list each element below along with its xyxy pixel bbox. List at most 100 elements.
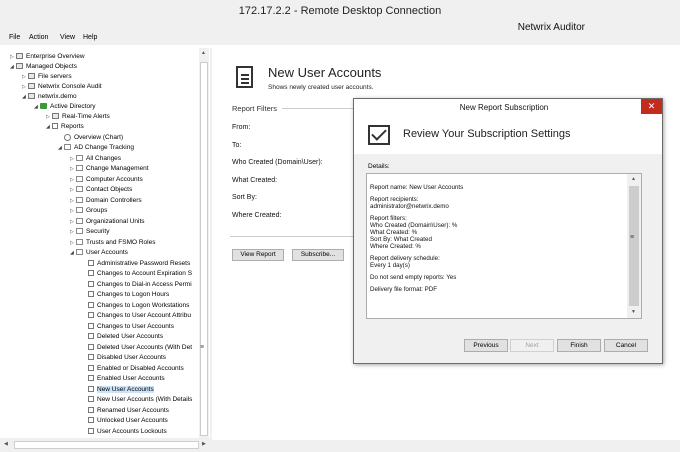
file-servers-icon bbox=[28, 73, 35, 80]
menu-action[interactable]: Action bbox=[29, 34, 48, 41]
alerts-icon bbox=[52, 113, 59, 120]
dialog-title: New Report Subscription bbox=[459, 103, 549, 112]
tree-item-ad-change-tracking[interactable]: ◢ AD Change Tracking bbox=[58, 143, 134, 153]
tree-item-console-audit[interactable]: ▷ Netwrix Console Audit bbox=[22, 82, 102, 92]
detail-recipients-value: administrator@netwrix.demo bbox=[370, 203, 449, 210]
folder-icon bbox=[76, 197, 83, 204]
scroll-up-icon[interactable]: ▲ bbox=[201, 50, 206, 56]
tree-folder[interactable]: ▷ Contact Objects bbox=[70, 185, 132, 195]
tree-folder[interactable]: ▷ Change Management bbox=[70, 164, 149, 174]
detail-filter-who: Who Created (Domain\User): % bbox=[370, 222, 458, 229]
cancel-button[interactable]: Cancel bbox=[604, 339, 648, 352]
detail-filter-where: Where Created: % bbox=[370, 243, 421, 250]
tree-folder[interactable]: ▷ Organizational Units bbox=[70, 217, 145, 227]
tree-report-item[interactable]: Changes to Account Expiration S bbox=[88, 269, 192, 279]
tree-item-active-directory[interactable]: ◢ Active Directory bbox=[34, 102, 96, 112]
menu-help[interactable]: Help bbox=[83, 34, 97, 41]
previous-button[interactable]: Previous bbox=[464, 339, 508, 352]
tree-report-item[interactable]: User Accounts Lockouts bbox=[88, 427, 167, 437]
report-icon bbox=[88, 375, 94, 382]
tree-report-item[interactable]: Deleted User Accounts bbox=[88, 332, 163, 342]
new-report-subscription-dialog: New Report Subscription ✕ Review Your Su… bbox=[353, 98, 663, 364]
scroll-down-icon[interactable]: ▼ bbox=[631, 309, 636, 315]
active-directory-icon bbox=[40, 103, 47, 110]
tree-item-reports[interactable]: ◢ Reports bbox=[46, 122, 84, 132]
scroll-left-icon[interactable]: ◀ bbox=[4, 441, 8, 447]
details-textbox[interactable]: Report name: New User Accounts Report re… bbox=[366, 173, 642, 319]
report-icon bbox=[88, 417, 94, 424]
subscribe-button[interactable]: Subscribe... bbox=[292, 249, 344, 261]
scrollbar-thumb[interactable] bbox=[200, 62, 208, 436]
scrollbar-thumb[interactable] bbox=[14, 441, 199, 449]
tree-report-item[interactable]: New User Accounts (With Details bbox=[88, 395, 192, 405]
app-title: Netwrix Auditor bbox=[517, 22, 585, 33]
tree-report-item[interactable]: Enabled or Disabled Accounts bbox=[88, 364, 184, 374]
tree-report-item[interactable]: Renamed User Accounts bbox=[88, 406, 169, 416]
tree-folder[interactable]: ▷ All Changes bbox=[70, 154, 121, 164]
report-document-icon bbox=[236, 66, 253, 88]
menu-view[interactable]: View bbox=[60, 34, 75, 41]
detail-empty-reports: Do not send empty reports: Yes bbox=[370, 274, 457, 281]
tree-report-item[interactable]: Changes to User Account Attribu bbox=[88, 311, 191, 321]
tree-item-enterprise-overview[interactable]: ▷ Enterprise Overview bbox=[10, 52, 85, 62]
next-button[interactable]: Next bbox=[510, 339, 554, 352]
detail-filters-label: Report filters: bbox=[370, 215, 407, 222]
scroll-up-icon[interactable]: ▲ bbox=[631, 176, 636, 182]
tree-report-item[interactable]: Unlocked User Accounts bbox=[88, 416, 168, 426]
tree-report-item[interactable]: Disabled User Accounts bbox=[88, 353, 166, 363]
tree-item-netwrix-demo[interactable]: ◢ netwrix.demo bbox=[22, 92, 77, 102]
close-icon[interactable]: ✕ bbox=[641, 99, 662, 114]
report-icon bbox=[88, 281, 94, 288]
tree-report-item[interactable]: Changes to User Accounts bbox=[88, 322, 174, 332]
tree-folder[interactable]: ▷ Trusts and FSMO Roles bbox=[70, 238, 155, 248]
tree-item-realtime-alerts[interactable]: ▷ Real-Time Alerts bbox=[46, 112, 110, 122]
tree-folder[interactable]: ▷ Security bbox=[70, 227, 109, 237]
report-icon bbox=[88, 333, 94, 340]
tree-folder[interactable]: ▷ Computer Accounts bbox=[70, 175, 143, 185]
report-title: New User Accounts bbox=[268, 65, 382, 80]
filter-what-created-label: What Created: bbox=[232, 177, 278, 184]
tree-folder[interactable]: ▷ Domain Controllers bbox=[70, 196, 142, 206]
rdp-window-title: 172.17.2.2 - Remote Desktop Connection bbox=[238, 5, 442, 17]
finish-button[interactable]: Finish bbox=[557, 339, 601, 352]
chart-icon bbox=[64, 133, 71, 141]
report-icon bbox=[88, 407, 94, 414]
report-icon bbox=[88, 386, 94, 393]
details-label: Details: bbox=[368, 163, 390, 170]
tree-item-file-servers[interactable]: ▷ File servers bbox=[22, 72, 72, 82]
tree-vertical-scrollbar[interactable]: ▲ ≡ bbox=[199, 48, 209, 438]
tree-report-item[interactable]: Administrative Password Resets bbox=[88, 259, 190, 269]
details-scrollbar[interactable]: ▲ ≡ ▼ bbox=[627, 174, 641, 318]
tree-report-item-selected[interactable]: New User Accounts bbox=[88, 385, 154, 395]
dialog-header: Review Your Subscription Settings bbox=[354, 116, 662, 154]
menu-file[interactable]: File bbox=[9, 34, 20, 41]
report-icon bbox=[88, 302, 94, 309]
tree-report-item[interactable]: Deleted User Accounts (With Det bbox=[88, 343, 192, 353]
tree-report-item[interactable]: Enabled User Accounts bbox=[88, 374, 165, 384]
folder-icon bbox=[76, 218, 83, 225]
tree-folder[interactable]: ▷ Groups bbox=[70, 206, 107, 216]
detail-schedule-label: Report delivery schedule: bbox=[370, 255, 440, 262]
menu-bar: File Action View Help bbox=[0, 33, 680, 45]
view-report-button[interactable]: View Report bbox=[232, 249, 284, 261]
details-text: Report name: New User Accounts Report re… bbox=[370, 184, 625, 298]
detail-filter-sort: Sort By: What Created bbox=[370, 236, 432, 243]
scrollbar-thumb[interactable] bbox=[629, 186, 639, 306]
scroll-right-icon[interactable]: ▶ bbox=[202, 441, 206, 447]
report-icon bbox=[88, 323, 94, 330]
filter-where-created-label: Where Created: bbox=[232, 212, 282, 219]
horizontal-scrollbar[interactable]: ◀ ▶ bbox=[0, 438, 680, 452]
tree-report-item[interactable]: Changes to Dial-in Access Permi bbox=[88, 280, 192, 290]
folder-icon bbox=[76, 228, 83, 235]
envelope-icon bbox=[368, 125, 390, 145]
tree-report-item[interactable]: Changes to Logon Workstations bbox=[88, 301, 189, 311]
report-icon bbox=[88, 270, 94, 277]
tree-report-item[interactable]: Changes to Logon Hours bbox=[88, 290, 169, 300]
tree-item-overview-chart[interactable]: Overview (Chart) bbox=[58, 133, 123, 143]
folder-icon bbox=[76, 155, 83, 162]
tree-item-managed-objects[interactable]: ◢ Managed Objects bbox=[10, 62, 77, 72]
tree-folder[interactable]: ◢ User Accounts bbox=[70, 248, 128, 258]
folder-icon bbox=[76, 165, 83, 172]
rdp-title-bar: 172.17.2.2 - Remote Desktop Connection bbox=[0, 0, 680, 22]
filter-who-created-label: Who Created (Domain\User): bbox=[232, 159, 323, 166]
